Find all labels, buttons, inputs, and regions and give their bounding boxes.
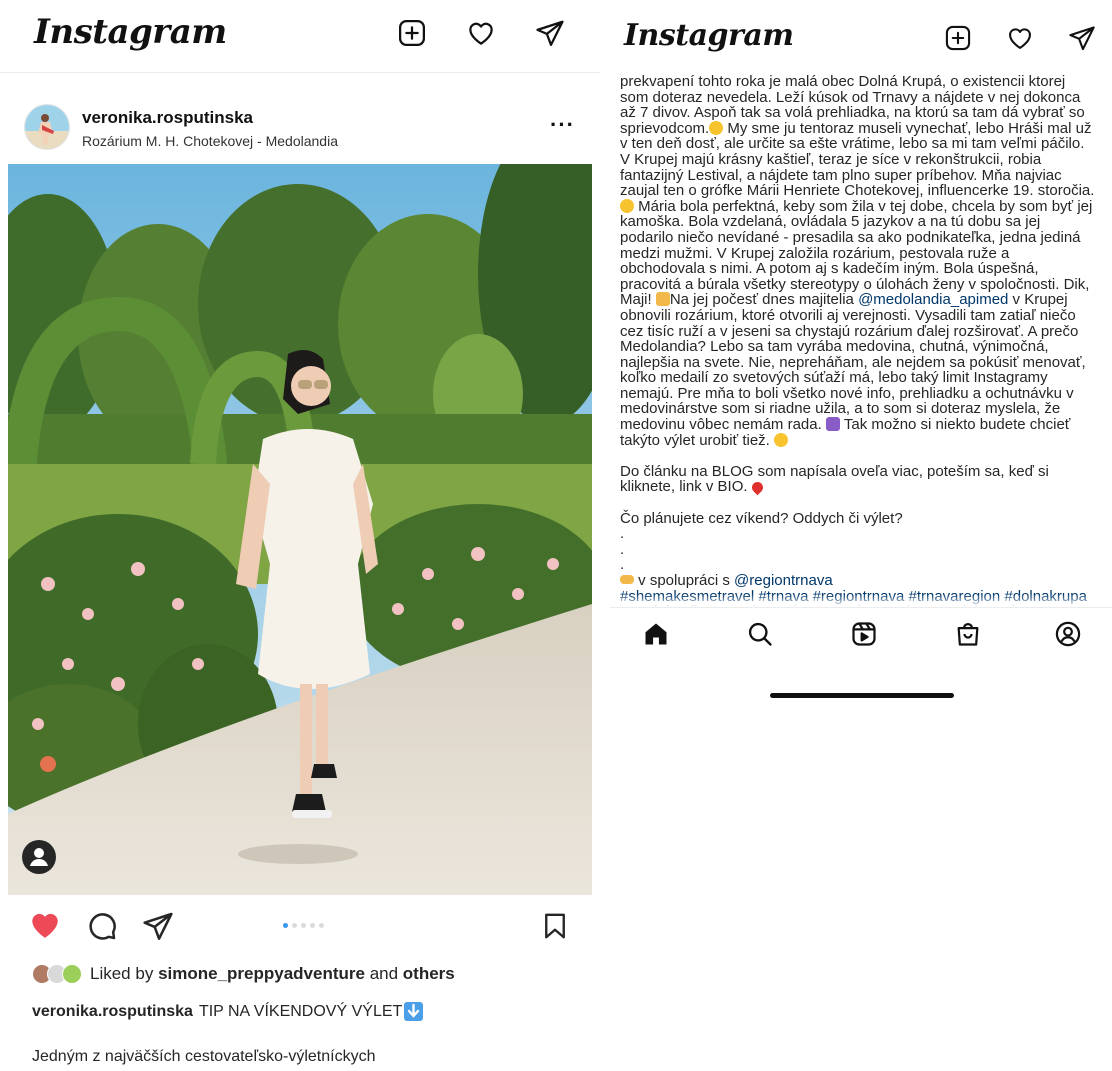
avatar[interactable] <box>24 104 70 150</box>
caption-dot: . <box>620 556 625 574</box>
more-options-button[interactable]: ··· <box>550 112 575 138</box>
carousel-dot <box>292 923 297 928</box>
caption-continuation: Jedným z najväčších cestovateľsko-výletn… <box>32 1048 376 1065</box>
carousel-dot <box>310 923 315 928</box>
caption-title: TIP NA VÍKENDOVÝ VÝLET <box>198 1002 403 1020</box>
likes-middle: and <box>364 964 403 983</box>
post-photo[interactable] <box>8 164 592 895</box>
new-post-icon[interactable] <box>397 18 427 48</box>
grin-emoji-icon <box>709 120 724 135</box>
carousel-dot <box>319 923 324 928</box>
woman-facepalming-emoji-icon <box>825 417 840 432</box>
down-arrow-emoji-icon <box>404 1002 424 1021</box>
caption-collab: v spolupráci s @regiontrnava <box>620 573 1096 589</box>
instagram-logo-2[interactable]: Instagram <box>624 18 794 53</box>
direct-messages-icon-2[interactable] <box>1068 24 1096 52</box>
post-location[interactable]: Rozárium M. H. Chotekovej - Medolandia <box>82 133 338 149</box>
save-bookmark-icon[interactable] <box>540 910 570 942</box>
grimace-emoji-icon <box>620 198 634 213</box>
handshake-emoji-icon <box>620 575 634 584</box>
profile-icon[interactable] <box>1054 620 1082 648</box>
caption-question: Čo plánujete cez víkend? Oddych či výlet… <box>620 509 903 527</box>
mention-regiontrnava[interactable]: @regiontrnava <box>734 572 833 589</box>
liked-by-avatars <box>32 964 82 984</box>
new-post-icon-2[interactable] <box>944 24 972 52</box>
likes-others[interactable]: others <box>403 964 455 984</box>
tagged-users-icon[interactable] <box>22 840 56 874</box>
home-indicator <box>770 693 954 698</box>
activity-heart-icon[interactable] <box>466 18 496 48</box>
header-divider <box>0 72 600 73</box>
red-heart-emoji-icon <box>749 480 765 496</box>
share-icon[interactable] <box>142 910 174 942</box>
post-caption: prekvapení tohto roka je malá obec Dolná… <box>620 74 1096 606</box>
home-icon[interactable] <box>642 620 670 648</box>
likes-user[interactable]: simone_preppyadventure <box>158 964 365 984</box>
caption-first-line: veronika.rosputinska TIP NA VÍKENDOVÝ VÝ… <box>32 1002 424 1021</box>
caption-fade <box>610 594 1112 608</box>
feed-screen: Instagram veronika.rosputinska Rozárium … <box>0 0 600 1071</box>
instagram-logo[interactable]: Instagram <box>34 12 227 52</box>
mention-medolandia[interactable]: @medolandia_apimed <box>858 291 1008 308</box>
carousel-dot <box>301 923 306 928</box>
search-icon[interactable] <box>746 620 774 648</box>
activity-heart-icon-2[interactable] <box>1006 24 1034 52</box>
flexed-biceps-emoji-icon <box>655 292 670 307</box>
likes-prefix: Liked by <box>90 964 154 983</box>
carousel-indicator <box>283 923 324 928</box>
likes-summary[interactable]: Liked by simone_preppyadventure and othe… <box>32 964 455 984</box>
caption-username[interactable]: veronika.rosputinska <box>32 1003 193 1021</box>
carousel-dot <box>283 923 288 928</box>
bottom-nav-divider <box>610 607 1112 608</box>
caption-paragraph-2: Do článku na BLOG som napísala oveľa via… <box>620 462 1049 496</box>
caption-screen: Instagram prekvapení tohto roka je malá … <box>610 0 1112 1071</box>
comment-icon[interactable] <box>86 910 118 942</box>
shop-icon[interactable] <box>954 620 982 648</box>
reels-icon[interactable] <box>850 620 878 648</box>
caption-dot: . <box>620 540 625 558</box>
caption-paragraph-1: prekvapení tohto roka je malá obec Dolná… <box>620 74 1095 449</box>
post-username[interactable]: veronika.rosputinska <box>82 108 253 128</box>
like-heart-icon[interactable] <box>28 908 62 942</box>
caption-dot: . <box>620 525 625 543</box>
relieved-emoji-icon <box>774 432 789 447</box>
direct-messages-icon[interactable] <box>535 18 565 48</box>
